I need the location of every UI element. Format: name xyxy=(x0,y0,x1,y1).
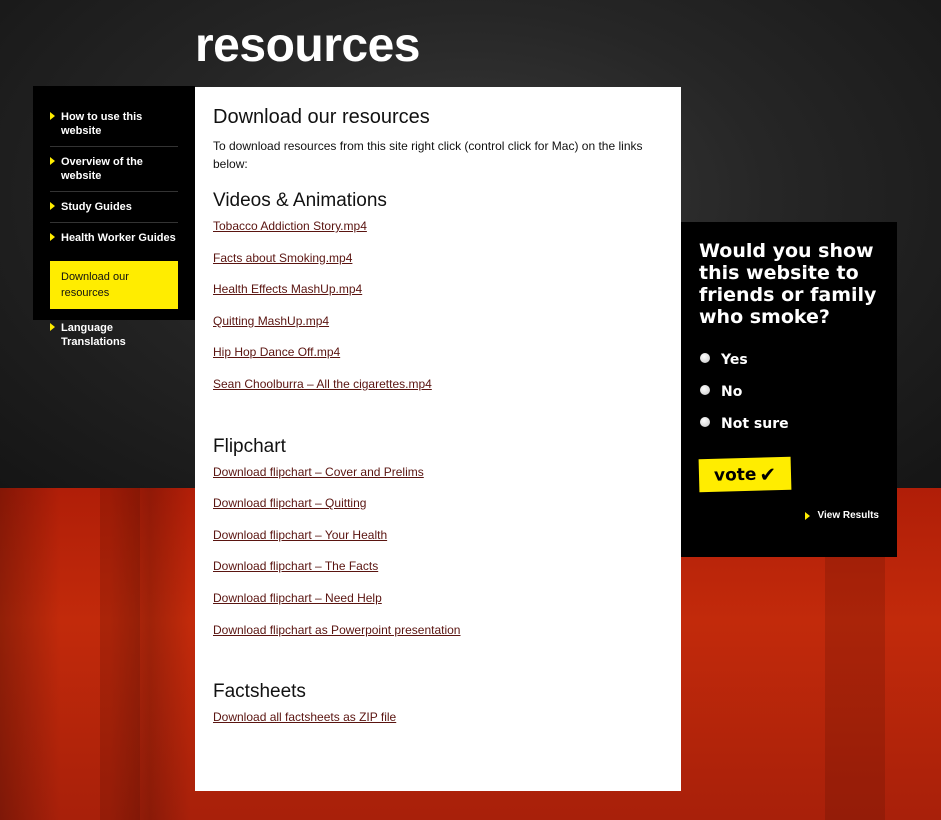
radio-button[interactable] xyxy=(700,353,710,363)
section-title-factsheets: Factsheets xyxy=(213,681,306,703)
radio-button[interactable] xyxy=(700,417,710,427)
view-results-link[interactable]: View Results xyxy=(805,510,879,521)
vote-button-label: vote xyxy=(713,464,757,486)
poll-option-not-sure[interactable]: Not sure xyxy=(699,408,879,440)
download-link[interactable]: Tobacco Addiction Story.mp4 xyxy=(213,219,663,233)
poll-option-label: Yes xyxy=(721,352,748,368)
download-link[interactable]: Download flipchart as Powerpoint present… xyxy=(213,623,663,637)
arrow-right-icon xyxy=(50,323,55,331)
sidebar-item-label: Language Translations xyxy=(61,322,126,348)
poll-question: Would you show this website to friends o… xyxy=(699,240,877,328)
page-title: resources xyxy=(195,19,420,72)
sidebar-nav: How to use this website Overview of the … xyxy=(33,86,195,348)
sidebar-item-how-to-use[interactable]: How to use this website xyxy=(50,102,178,147)
section-title-videos: Videos & Animations xyxy=(213,190,387,211)
arrow-right-icon xyxy=(50,233,55,241)
section-title-flipchart: Flipchart xyxy=(213,435,286,457)
poll-option-label: No xyxy=(721,384,743,400)
download-link[interactable]: Facts about Smoking.mp4 xyxy=(213,251,663,265)
arrow-right-icon xyxy=(805,511,811,520)
download-link[interactable]: Download flipchart – Cover and Prelims xyxy=(213,465,663,479)
download-link[interactable]: Download flipchart – Quitting xyxy=(213,496,663,510)
arrow-right-icon xyxy=(50,157,55,165)
sidebar-item-label: Download our resources xyxy=(61,271,129,299)
sidebar-item-study-guides[interactable]: Study Guides xyxy=(50,192,178,223)
download-link[interactable]: Download flipchart – The Facts xyxy=(213,559,663,573)
vote-button[interactable]: vote ✔ xyxy=(698,456,792,493)
arrow-right-icon xyxy=(50,202,55,210)
sidebar-item-label: How to use this website xyxy=(61,111,143,137)
download-link[interactable]: Hip Hop Dance Off.mp4 xyxy=(213,345,663,359)
sidebar-item-health-worker-guides[interactable]: Health Worker Guides xyxy=(50,223,178,253)
radio-button[interactable] xyxy=(700,385,710,395)
sidebar-item-label: Overview of the website xyxy=(61,156,143,182)
download-link[interactable]: Quitting MashUp.mp4 xyxy=(213,314,663,328)
poll-option-yes[interactable]: Yes xyxy=(699,344,879,376)
arrow-right-icon xyxy=(50,112,55,120)
background-texture xyxy=(100,488,140,820)
download-link[interactable]: Sean Choolburra – All the cigarettes.mp4 xyxy=(213,377,663,391)
poll-option-no[interactable]: No xyxy=(699,376,879,408)
sidebar-item-download-resources[interactable]: Download our resources xyxy=(50,261,178,309)
poll-option-label: Not sure xyxy=(721,416,789,432)
poll-widget: Would you show this website to friends o… xyxy=(681,222,897,557)
sidebar-item-label: Health Worker Guides xyxy=(61,232,176,244)
download-link[interactable]: Download flipchart – Your Health xyxy=(213,528,663,542)
intro-text: To download resources from this site rig… xyxy=(213,139,643,171)
download-link[interactable]: Download all factsheets as ZIP file xyxy=(213,710,663,724)
sidebar-item-language-translations[interactable]: Language Translations xyxy=(50,313,178,357)
main-content: Download our resources To download resou… xyxy=(195,87,681,791)
download-link[interactable]: Download flipchart – Need Help xyxy=(213,591,663,605)
checkmark-icon: ✔ xyxy=(759,461,777,487)
download-link[interactable]: Health Effects MashUp.mp4 xyxy=(213,282,663,296)
view-results-label: View Results xyxy=(817,510,879,521)
content-heading: Download our resources xyxy=(213,106,430,128)
sidebar-item-overview[interactable]: Overview of the website xyxy=(50,147,178,192)
sidebar-item-label: Study Guides xyxy=(61,201,132,213)
